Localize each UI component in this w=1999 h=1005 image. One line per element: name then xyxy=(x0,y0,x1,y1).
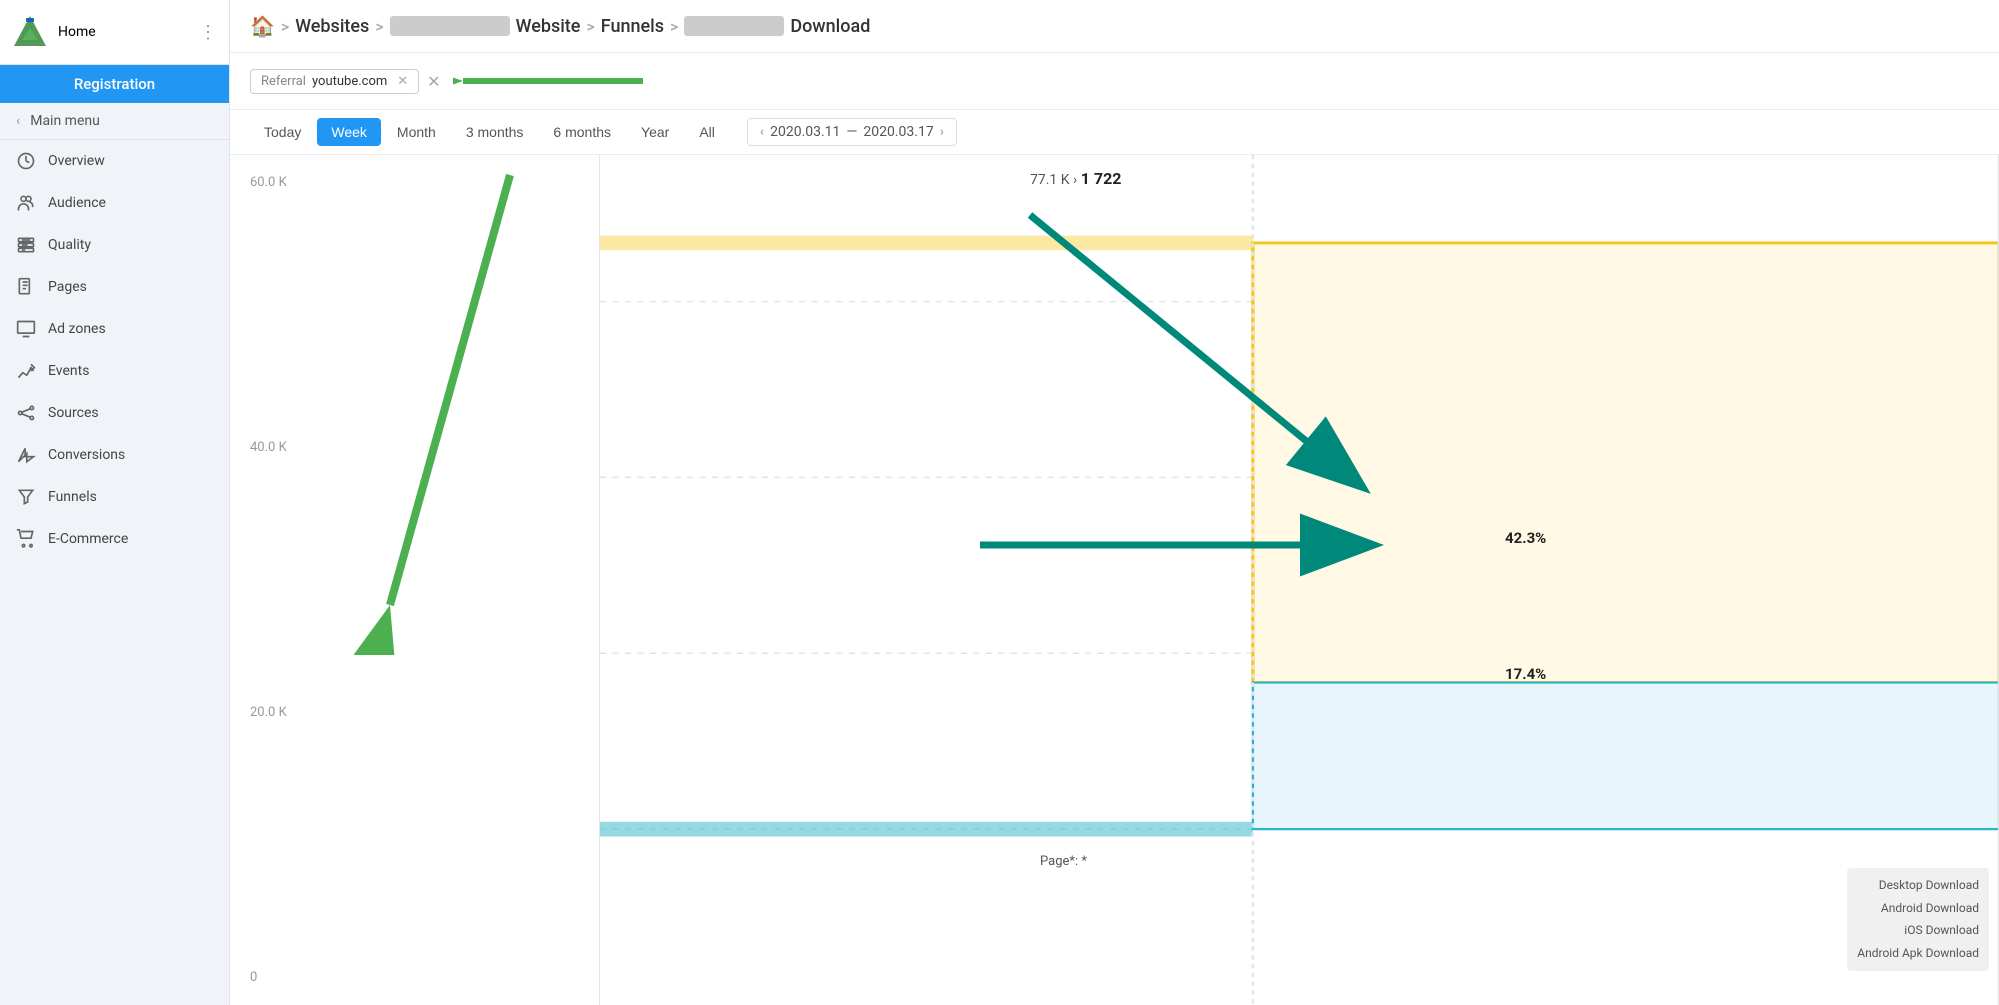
sidebar-item-overview-label: Overview xyxy=(48,153,105,169)
tab-year[interactable]: Year xyxy=(627,118,683,146)
quality-icon xyxy=(16,235,36,255)
breadcrumb-sep-3: > xyxy=(586,17,594,36)
sidebar-item-overview[interactable]: Overview xyxy=(0,140,229,182)
tab-today[interactable]: Today xyxy=(250,118,315,146)
funnels-icon xyxy=(16,487,36,507)
funnel-pct-1: 42.3% xyxy=(1505,529,1546,547)
tab-6months[interactable]: 6 months xyxy=(539,118,625,146)
legend-item-1: Desktop Download xyxy=(1857,874,1979,897)
funnel-page-label: Page*: * xyxy=(1040,854,1087,869)
funnel-svg xyxy=(600,155,1999,1005)
funnel-top-sep: › xyxy=(1073,172,1081,188)
breadcrumb-download: Download xyxy=(790,16,870,37)
chart-area: 60.0 K 40.0 K 20.0 K 0 xyxy=(230,155,1999,1005)
filter-bar: Referral youtube.com ✕ ✕ xyxy=(230,53,1999,110)
y-label-0: 0 xyxy=(250,970,589,985)
breadcrumb-funnel-name xyxy=(684,16,784,36)
app-logo xyxy=(12,14,48,50)
breadcrumb-funnels[interactable]: Funnels xyxy=(601,16,664,37)
sidebar-item-pages[interactable]: Pages xyxy=(0,266,229,308)
conversions-icon xyxy=(16,445,36,465)
ad-zones-icon xyxy=(16,319,36,339)
date-prev-icon[interactable]: ‹ xyxy=(760,124,764,140)
sidebar-item-funnels[interactable]: Funnels xyxy=(0,476,229,518)
main-menu-button[interactable]: ‹ Main menu xyxy=(0,103,229,140)
funnel-converted-value: 1 722 xyxy=(1081,169,1122,188)
overview-icon xyxy=(16,151,36,171)
funnel-chart: 77.1 K › 1 722 42.3% 17.4% Page*: * Desk… xyxy=(600,155,1999,1005)
referral-filter-tag: Referral youtube.com ✕ xyxy=(250,69,419,94)
tab-all[interactable]: All xyxy=(685,118,729,146)
date-tabs: Today Week Month 3 months 6 months Year … xyxy=(230,110,1999,155)
sidebar-menu-dots[interactable]: ⋮ xyxy=(199,22,217,43)
breadcrumb: 🏠 > Websites > Website > Funnels > Downl… xyxy=(230,0,1999,53)
funnel-legend: Desktop Download Android Download iOS Do… xyxy=(1847,868,1989,971)
home-icon[interactable]: 🏠 xyxy=(250,14,275,38)
legend-item-2: Android Download xyxy=(1857,897,1979,920)
funnel-pct-2: 17.4% xyxy=(1505,665,1546,683)
tab-week[interactable]: Week xyxy=(317,118,381,146)
sidebar-item-quality-label: Quality xyxy=(48,237,91,253)
sidebar-item-ad-zones-label: Ad zones xyxy=(48,321,106,337)
breadcrumb-websites[interactable]: Websites xyxy=(295,16,369,37)
sidebar-item-events-label: Events xyxy=(48,363,89,379)
date-range: ‹ 2020.03.11 — 2020.03.17 › xyxy=(747,118,957,146)
date-range-sep: — xyxy=(846,124,857,140)
green-arrow-diagonal xyxy=(290,155,570,655)
breadcrumb-sep-1: > xyxy=(281,17,289,36)
sidebar-item-sources-label: Sources xyxy=(48,405,99,421)
sidebar-item-ecommerce[interactable]: E-Commerce xyxy=(0,518,229,560)
sidebar-item-conversions-label: Conversions xyxy=(48,447,125,463)
y-label-60k: 60.0 K xyxy=(250,175,589,190)
tab-month[interactable]: Month xyxy=(383,118,450,146)
sidebar-item-events[interactable]: Events xyxy=(0,350,229,392)
chart-left-axis: 60.0 K 40.0 K 20.0 K 0 xyxy=(230,155,600,1005)
breadcrumb-website-name xyxy=(390,16,510,36)
sidebar-item-ad-zones[interactable]: Ad zones xyxy=(0,308,229,350)
main-menu-label: Main menu xyxy=(30,113,100,129)
sources-icon xyxy=(16,403,36,423)
sidebar-title: Home xyxy=(58,24,96,40)
sidebar-item-audience[interactable]: Audience xyxy=(0,182,229,224)
sidebar: Home ⋮ Registration ‹ Main menu Overview… xyxy=(0,0,230,1005)
sidebar-item-quality[interactable]: Quality xyxy=(0,224,229,266)
events-icon xyxy=(16,361,36,381)
referral-label: Referral xyxy=(261,74,306,89)
legend-item-3: iOS Download xyxy=(1857,919,1979,942)
sidebar-item-ecommerce-label: E-Commerce xyxy=(48,531,128,547)
date-from: 2020.03.11 xyxy=(770,124,840,140)
sidebar-item-pages-label: Pages xyxy=(48,279,87,295)
main-content: 🏠 > Websites > Website > Funnels > Downl… xyxy=(230,0,1999,1005)
green-arrow-horizontal xyxy=(453,63,653,99)
sidebar-item-audience-label: Audience xyxy=(48,195,106,211)
sidebar-item-sources[interactable]: Sources xyxy=(0,392,229,434)
pages-icon xyxy=(16,277,36,297)
y-label-20k: 20.0 K xyxy=(250,705,589,720)
legend-item-4: Android Apk Download xyxy=(1857,942,1979,965)
ecommerce-icon xyxy=(16,529,36,549)
referral-value: youtube.com xyxy=(312,74,387,89)
sidebar-item-funnels-label: Funnels xyxy=(48,489,97,505)
y-label-40k: 40.0 K xyxy=(250,440,589,455)
breadcrumb-sep-4: > xyxy=(670,17,678,36)
audience-icon xyxy=(16,193,36,213)
registration-button[interactable]: Registration xyxy=(0,65,229,103)
funnel-top-value: 77.1 K xyxy=(1030,172,1070,188)
sidebar-header: Home ⋮ xyxy=(0,0,229,65)
tab-3months[interactable]: 3 months xyxy=(452,118,538,146)
date-next-icon[interactable]: › xyxy=(940,124,944,140)
sidebar-item-conversions[interactable]: Conversions xyxy=(0,434,229,476)
chevron-left-icon: ‹ xyxy=(16,113,20,129)
breadcrumb-website-label: Website xyxy=(516,16,581,37)
filter-clear-icon[interactable]: ✕ xyxy=(427,72,440,91)
date-to: 2020.03.17 xyxy=(863,124,933,140)
referral-remove-icon[interactable]: ✕ xyxy=(397,74,408,89)
funnel-top-label: 77.1 K › 1 722 xyxy=(1030,169,1121,188)
breadcrumb-sep-2: > xyxy=(375,17,383,36)
